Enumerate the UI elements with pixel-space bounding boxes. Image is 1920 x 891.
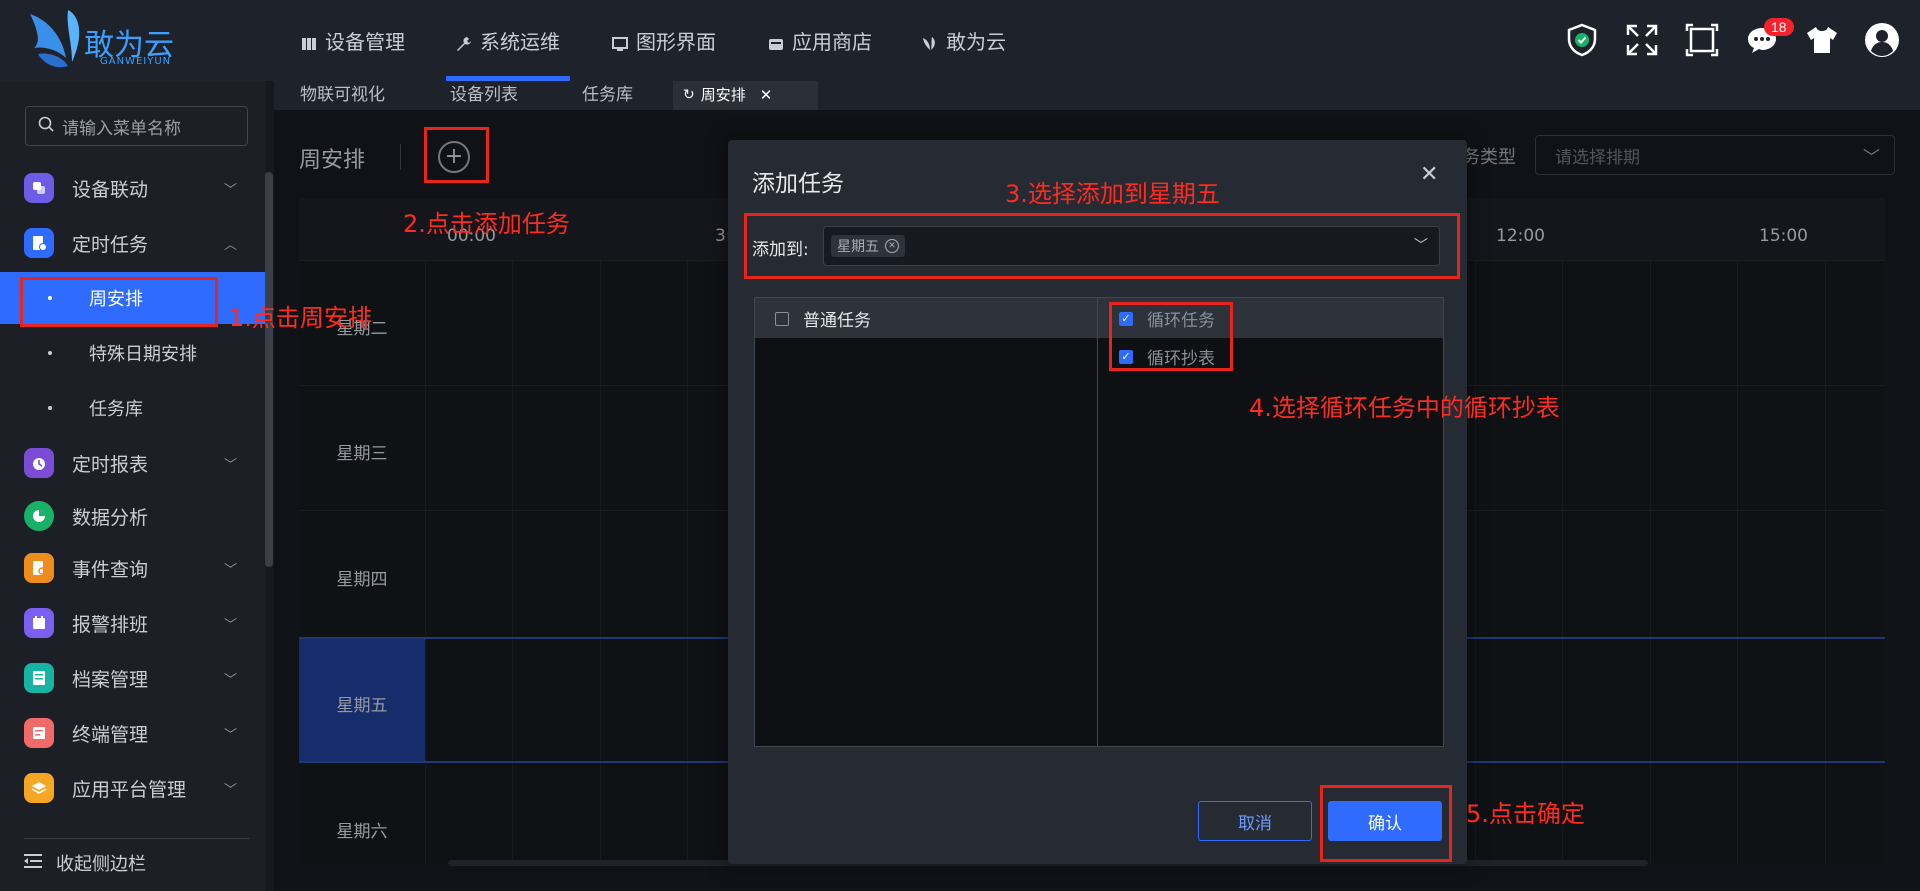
collapse-sidebar-button[interactable]: 收起侧边栏 [24,850,146,876]
nav-system-ops[interactable]: 系统运维 [446,0,570,81]
nav-app-store[interactable]: 应用商店 [768,0,872,81]
nav-label: 应用商店 [792,30,872,54]
device-icon [301,33,317,50]
menu-search-input[interactable]: 请输入菜单名称 [25,106,248,146]
monitor-icon [612,33,628,51]
annotation-step-4: 4.选择循环任务中的循环抄表 [1249,394,1560,422]
tab-iot-visualization[interactable]: 物联可视化 [300,81,385,110]
sidebar-scrollbar[interactable] [265,172,273,567]
nav-label: 图形界面 [636,30,716,54]
archive-icon [24,663,54,693]
report-icon [24,448,54,478]
wrench-icon [456,33,472,51]
dialog-title: 添加任务 [752,171,844,197]
nav-ganweiyun[interactable]: 敢为云 [922,0,1006,81]
chevron-down-icon: ﹀ [224,672,238,688]
bullet [48,351,52,355]
menu-label: 任务库 [89,399,143,420]
close-icon[interactable]: ✕ [760,81,773,110]
refresh-icon[interactable]: ↻ [683,81,695,110]
annotation-box-cyclic-tasks [1109,302,1233,371]
menu-archive-management[interactable]: 档案管理 ﹀ [0,656,266,700]
user-avatar-icon[interactable] [1862,20,1902,60]
menu-terminal-management[interactable]: 终端管理 ﹀ [0,711,266,755]
menu-label: 定时报表 [72,453,149,476]
annotation-box-add-task [424,127,489,183]
tab-task-library[interactable]: 任务库 [582,81,633,110]
terminal-icon [24,718,54,748]
collapse-label: 收起侧边栏 [56,854,146,875]
nav-label: 系统运维 [480,30,560,54]
chevron-down-icon: ﹀ [224,457,238,473]
event-icon [24,553,54,583]
nav-device-management[interactable]: 设备管理 [301,0,405,81]
chevron-up-icon: ︿ [224,237,238,253]
normal-task-label: 普通任务 [803,311,871,331]
chevron-down-icon: ﹀ [224,782,238,798]
logo-subtext: GANWEIYUN [100,56,172,67]
menu-app-platform-management[interactable]: 应用平台管理 ﹀ [0,766,266,810]
fullscreen-icon[interactable] [1622,20,1662,60]
chevron-down-icon: ﹀ [224,727,238,743]
menu-label: 报警排班 [72,613,149,636]
menu-scheduled-tasks[interactable]: 定时任务 ︿ [0,221,266,265]
divider [1097,298,1098,746]
task-icon [24,228,54,258]
annotation-box-confirm [1320,785,1452,862]
chevron-down-icon: ﹀ [224,182,238,198]
theme-shirt-icon[interactable] [1802,20,1842,60]
search-icon [38,116,54,137]
menu-data-analysis[interactable]: 数据分析 [0,494,266,538]
tabs-bar [274,81,1920,110]
menu-event-query[interactable]: 事件查询 ﹀ [0,546,266,590]
store-icon [768,33,784,50]
notification-badge: 18 [1764,18,1794,36]
search-placeholder: 请输入菜单名称 [62,118,181,139]
menu-label: 应用平台管理 [72,778,187,801]
menu-label: 终端管理 [72,723,149,746]
nav-graphic-ui[interactable]: 图形界面 [612,0,716,81]
chevron-down-icon: ﹀ [224,617,238,633]
task-transfer-panel [754,297,1444,747]
collapse-icon [24,853,42,874]
menu-special-date-schedule[interactable]: 特殊日期安排 [0,327,266,379]
screen-frame-icon[interactable] [1682,20,1722,60]
linkage-icon [24,173,54,203]
menu-label: 档案管理 [72,668,149,691]
butterfly-icon [922,33,938,50]
nav-label: 设备管理 [325,30,405,54]
tab-label: 周安排 [700,86,746,104]
cancel-button[interactable]: 取消 [1198,801,1312,841]
menu-scheduled-reports[interactable]: 定时报表 ﹀ [0,441,266,485]
annotation-step-3: 3.选择添加到星期五 [1005,180,1220,208]
menu-label: 特殊日期安排 [89,344,197,365]
annotation-step-2: 2.点击添加任务 [403,210,570,238]
calendar-icon [24,608,54,638]
layers-icon [24,773,54,803]
menu-label: 设备联动 [72,178,149,201]
shield-icon[interactable] [1562,20,1602,60]
chevron-down-icon: ﹀ [224,562,238,578]
nav-label: 敢为云 [946,30,1006,54]
tab-device-list[interactable]: 设备列表 [450,81,518,110]
menu-alarm-shift[interactable]: 报警排班 ﹀ [0,601,266,645]
annotation-step-5: 5.点击确定 [1466,800,1585,828]
pie-chart-icon [24,501,54,531]
close-icon[interactable]: ✕ [1420,162,1438,187]
bullet [48,406,52,410]
menu-label: 事件查询 [72,558,149,581]
annotation-box-week-schedule [20,277,218,327]
menu-task-library[interactable]: 任务库 [0,382,266,434]
menu-device-linkage[interactable]: 设备联动 ﹀ [0,166,266,210]
menu-label: 数据分析 [72,506,149,529]
annotation-step-1: 1.点击周安排 [229,304,372,332]
annotation-box-addto [744,213,1460,279]
normal-task-checkbox[interactable] [775,312,789,326]
menu-label: 定时任务 [72,233,149,256]
tab-week-schedule[interactable]: ↻ 周安排 ✕ [673,81,818,110]
divider [24,838,249,839]
